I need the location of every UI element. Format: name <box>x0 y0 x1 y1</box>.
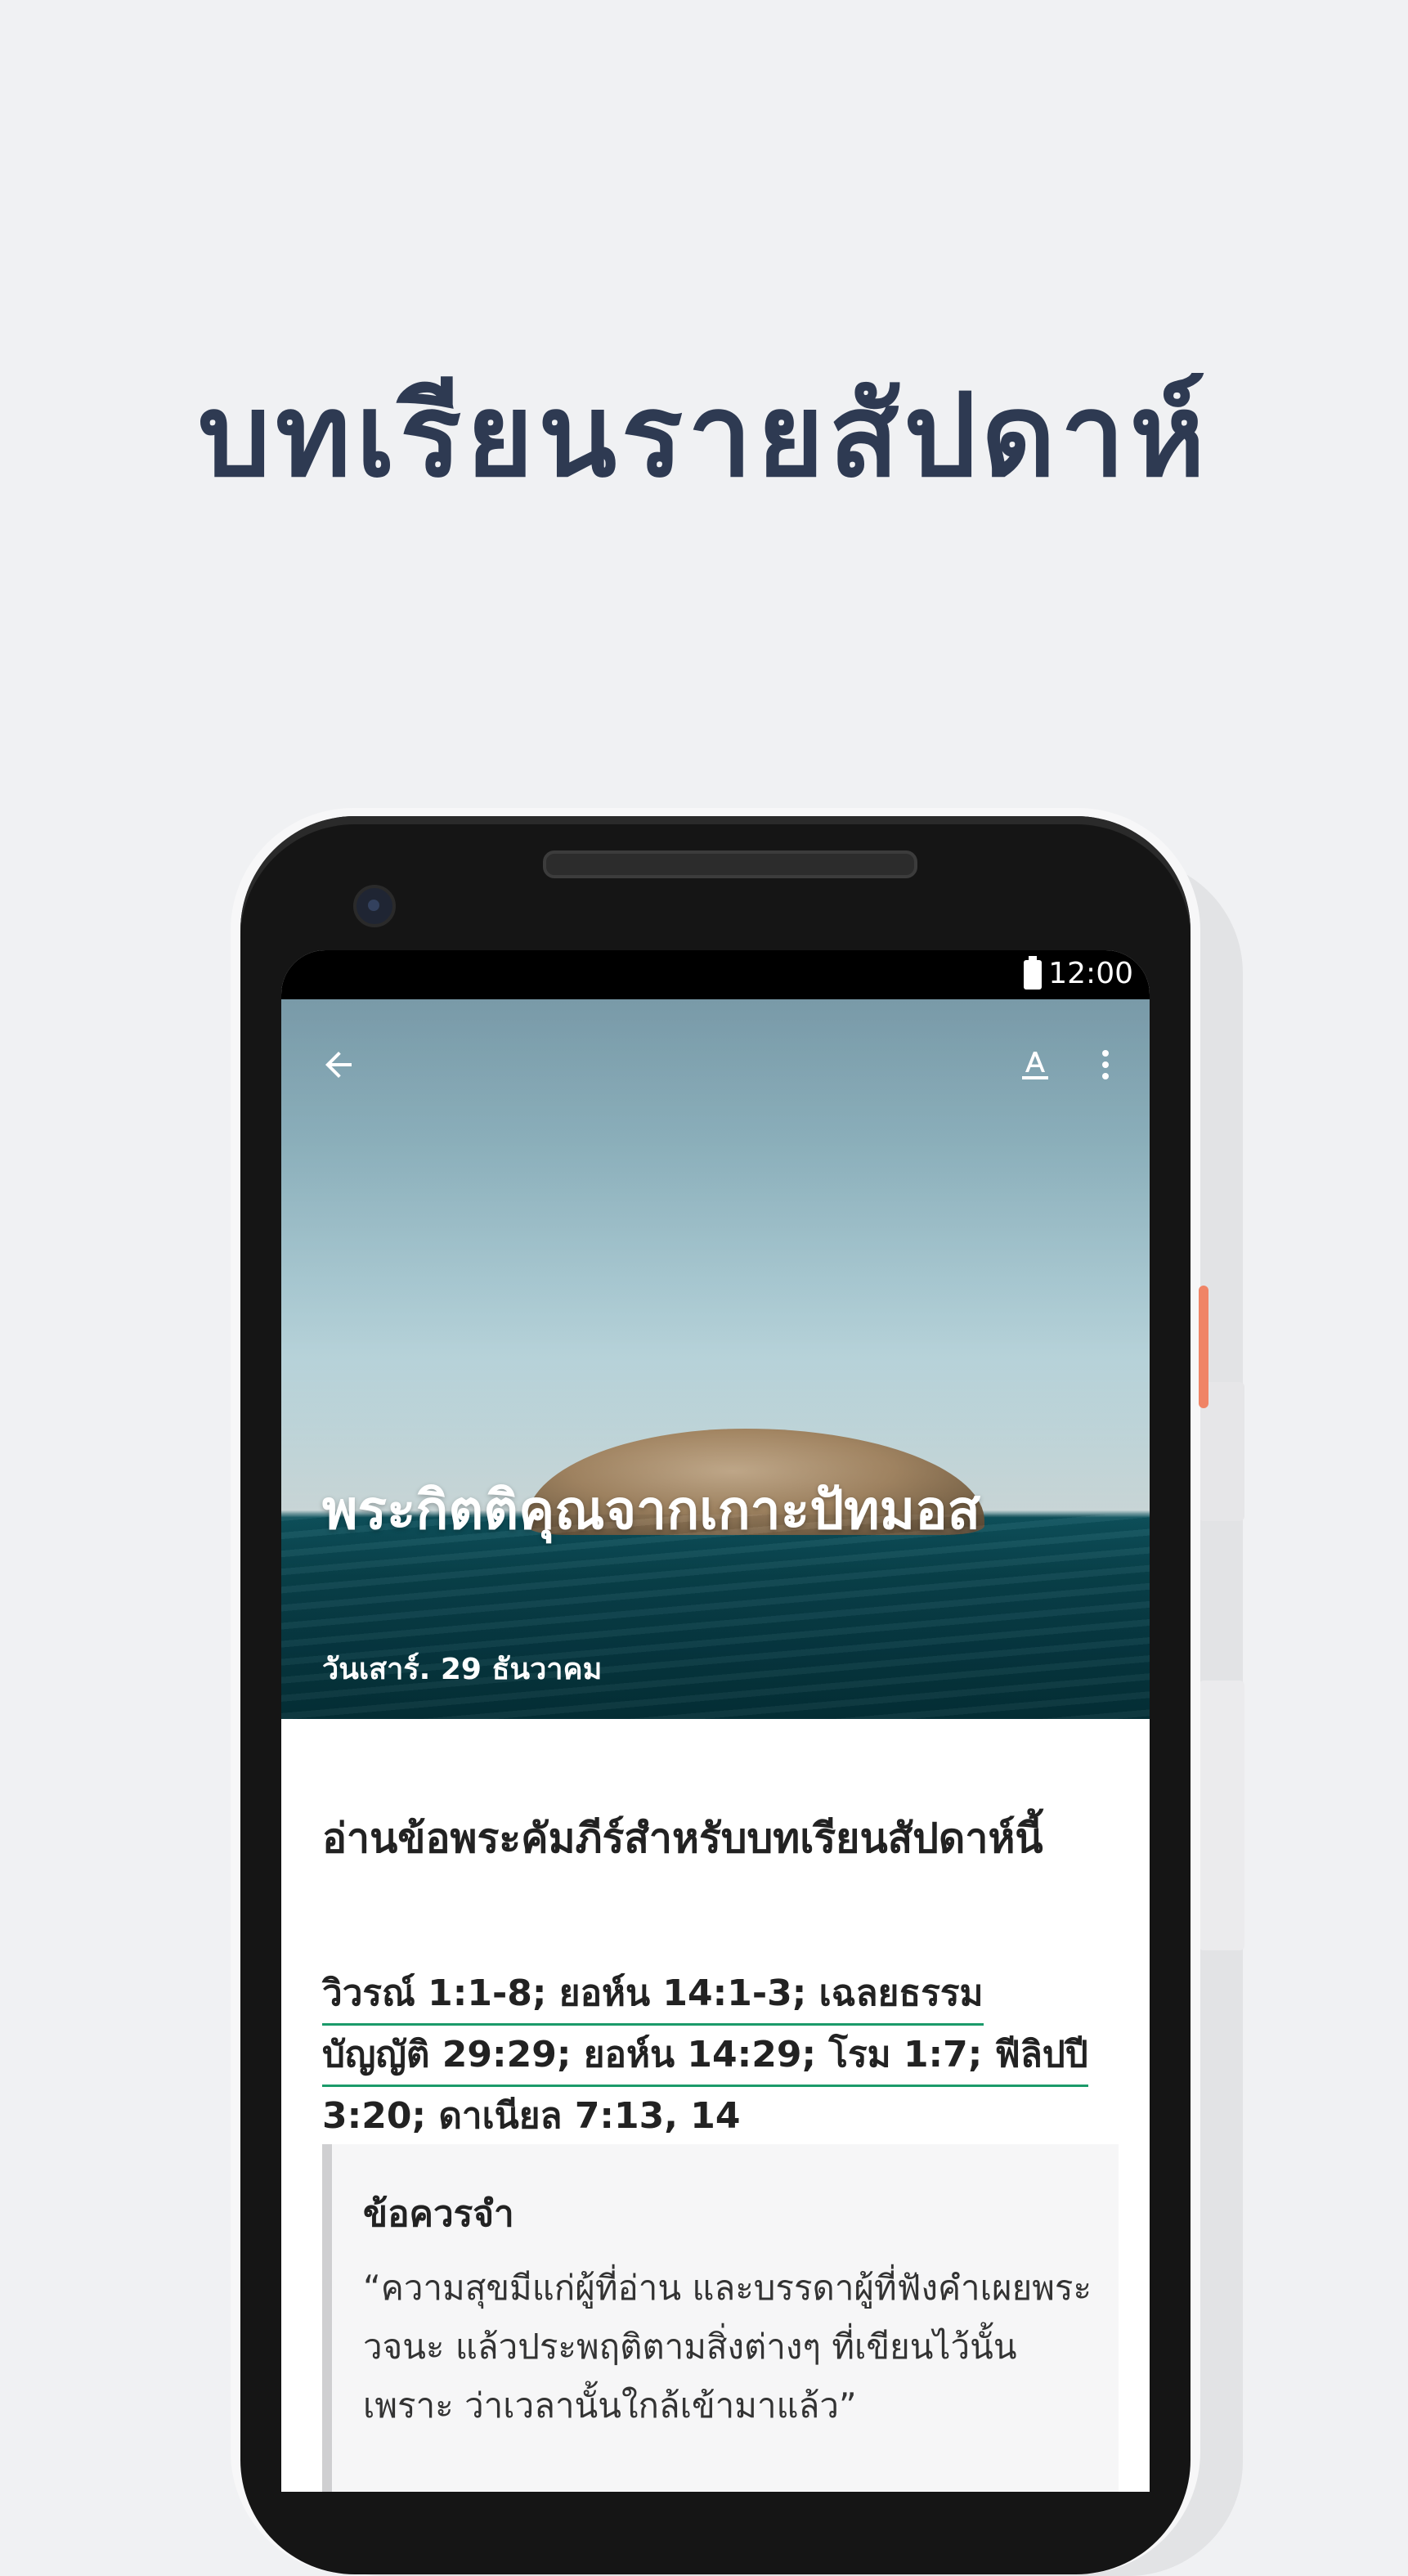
text-format-icon <box>1022 1052 1048 1079</box>
more-vertical-icon <box>1102 1050 1109 1079</box>
scripture-link[interactable]: บัญญัติ 29:29; ยอห์น 14:29; โรม 1:7; ฟีล… <box>322 2026 1088 2087</box>
status-bar: 12:00 <box>281 950 1150 999</box>
status-time: 12:00 <box>1048 957 1133 990</box>
lesson-date: วันเสาร์. 29 ธันวาคม <box>322 1653 603 1686</box>
scripture-references: วิวรณ์ 1:1-8; ยอห์น 14:1-3; เฉลยธรรม บัญ… <box>322 1964 1107 2148</box>
phone-screen: 12:00 พระกิตติคุณจากเกาะปัทมอส วันเสาร์.… <box>281 950 1150 2492</box>
lesson-title: พระกิตติคุณจากเกาะปัทมอส <box>322 1479 981 1542</box>
lesson-content: อ่านข้อพระคัมภีร์สำหรับบทเรียนสัปดาห์นี้… <box>281 1719 1150 2492</box>
battery-icon <box>1024 956 1042 990</box>
memory-verse-card: ข้อควรจำ “ความสุขมีแก่ผู้ที่อ่าน และบรรด… <box>322 2144 1119 2492</box>
memory-verse-text: “ความสุขมีแก่ผู้ที่อ่าน และบรรดาผู้ที่ฟั… <box>363 2268 1092 2426</box>
more-options-button[interactable] <box>1073 1032 1138 1097</box>
text-format-button[interactable] <box>1002 1032 1068 1097</box>
reading-heading: อ่านข้อพระคัมภีร์สำหรับบทเรียนสัปดาห์นี้ <box>322 1815 1043 1862</box>
promo-headline: บทเรียนรายสัปดาห์ <box>198 370 1210 503</box>
power-button <box>1199 1286 1208 1408</box>
memory-verse-title: ข้อควรจำ <box>363 2193 514 2235</box>
scripture-link[interactable]: 3:20; ดาเนียล 7:13, 14 <box>322 2087 741 2148</box>
device-side-panel-lower <box>1199 1681 1244 1950</box>
back-button[interactable] <box>306 1032 371 1097</box>
lesson-hero-image: พระกิตติคุณจากเกาะปัทมอส วันเสาร์. 29 ธั… <box>281 999 1150 1719</box>
hero-overlay <box>281 999 1150 1719</box>
front-camera <box>353 885 396 927</box>
scripture-link[interactable]: วิวรณ์ 1:1-8; ยอห์น 14:1-3; เฉลยธรรม <box>322 1964 984 2026</box>
arrow-left-icon <box>325 1052 352 1078</box>
earpiece-speaker <box>543 850 917 878</box>
